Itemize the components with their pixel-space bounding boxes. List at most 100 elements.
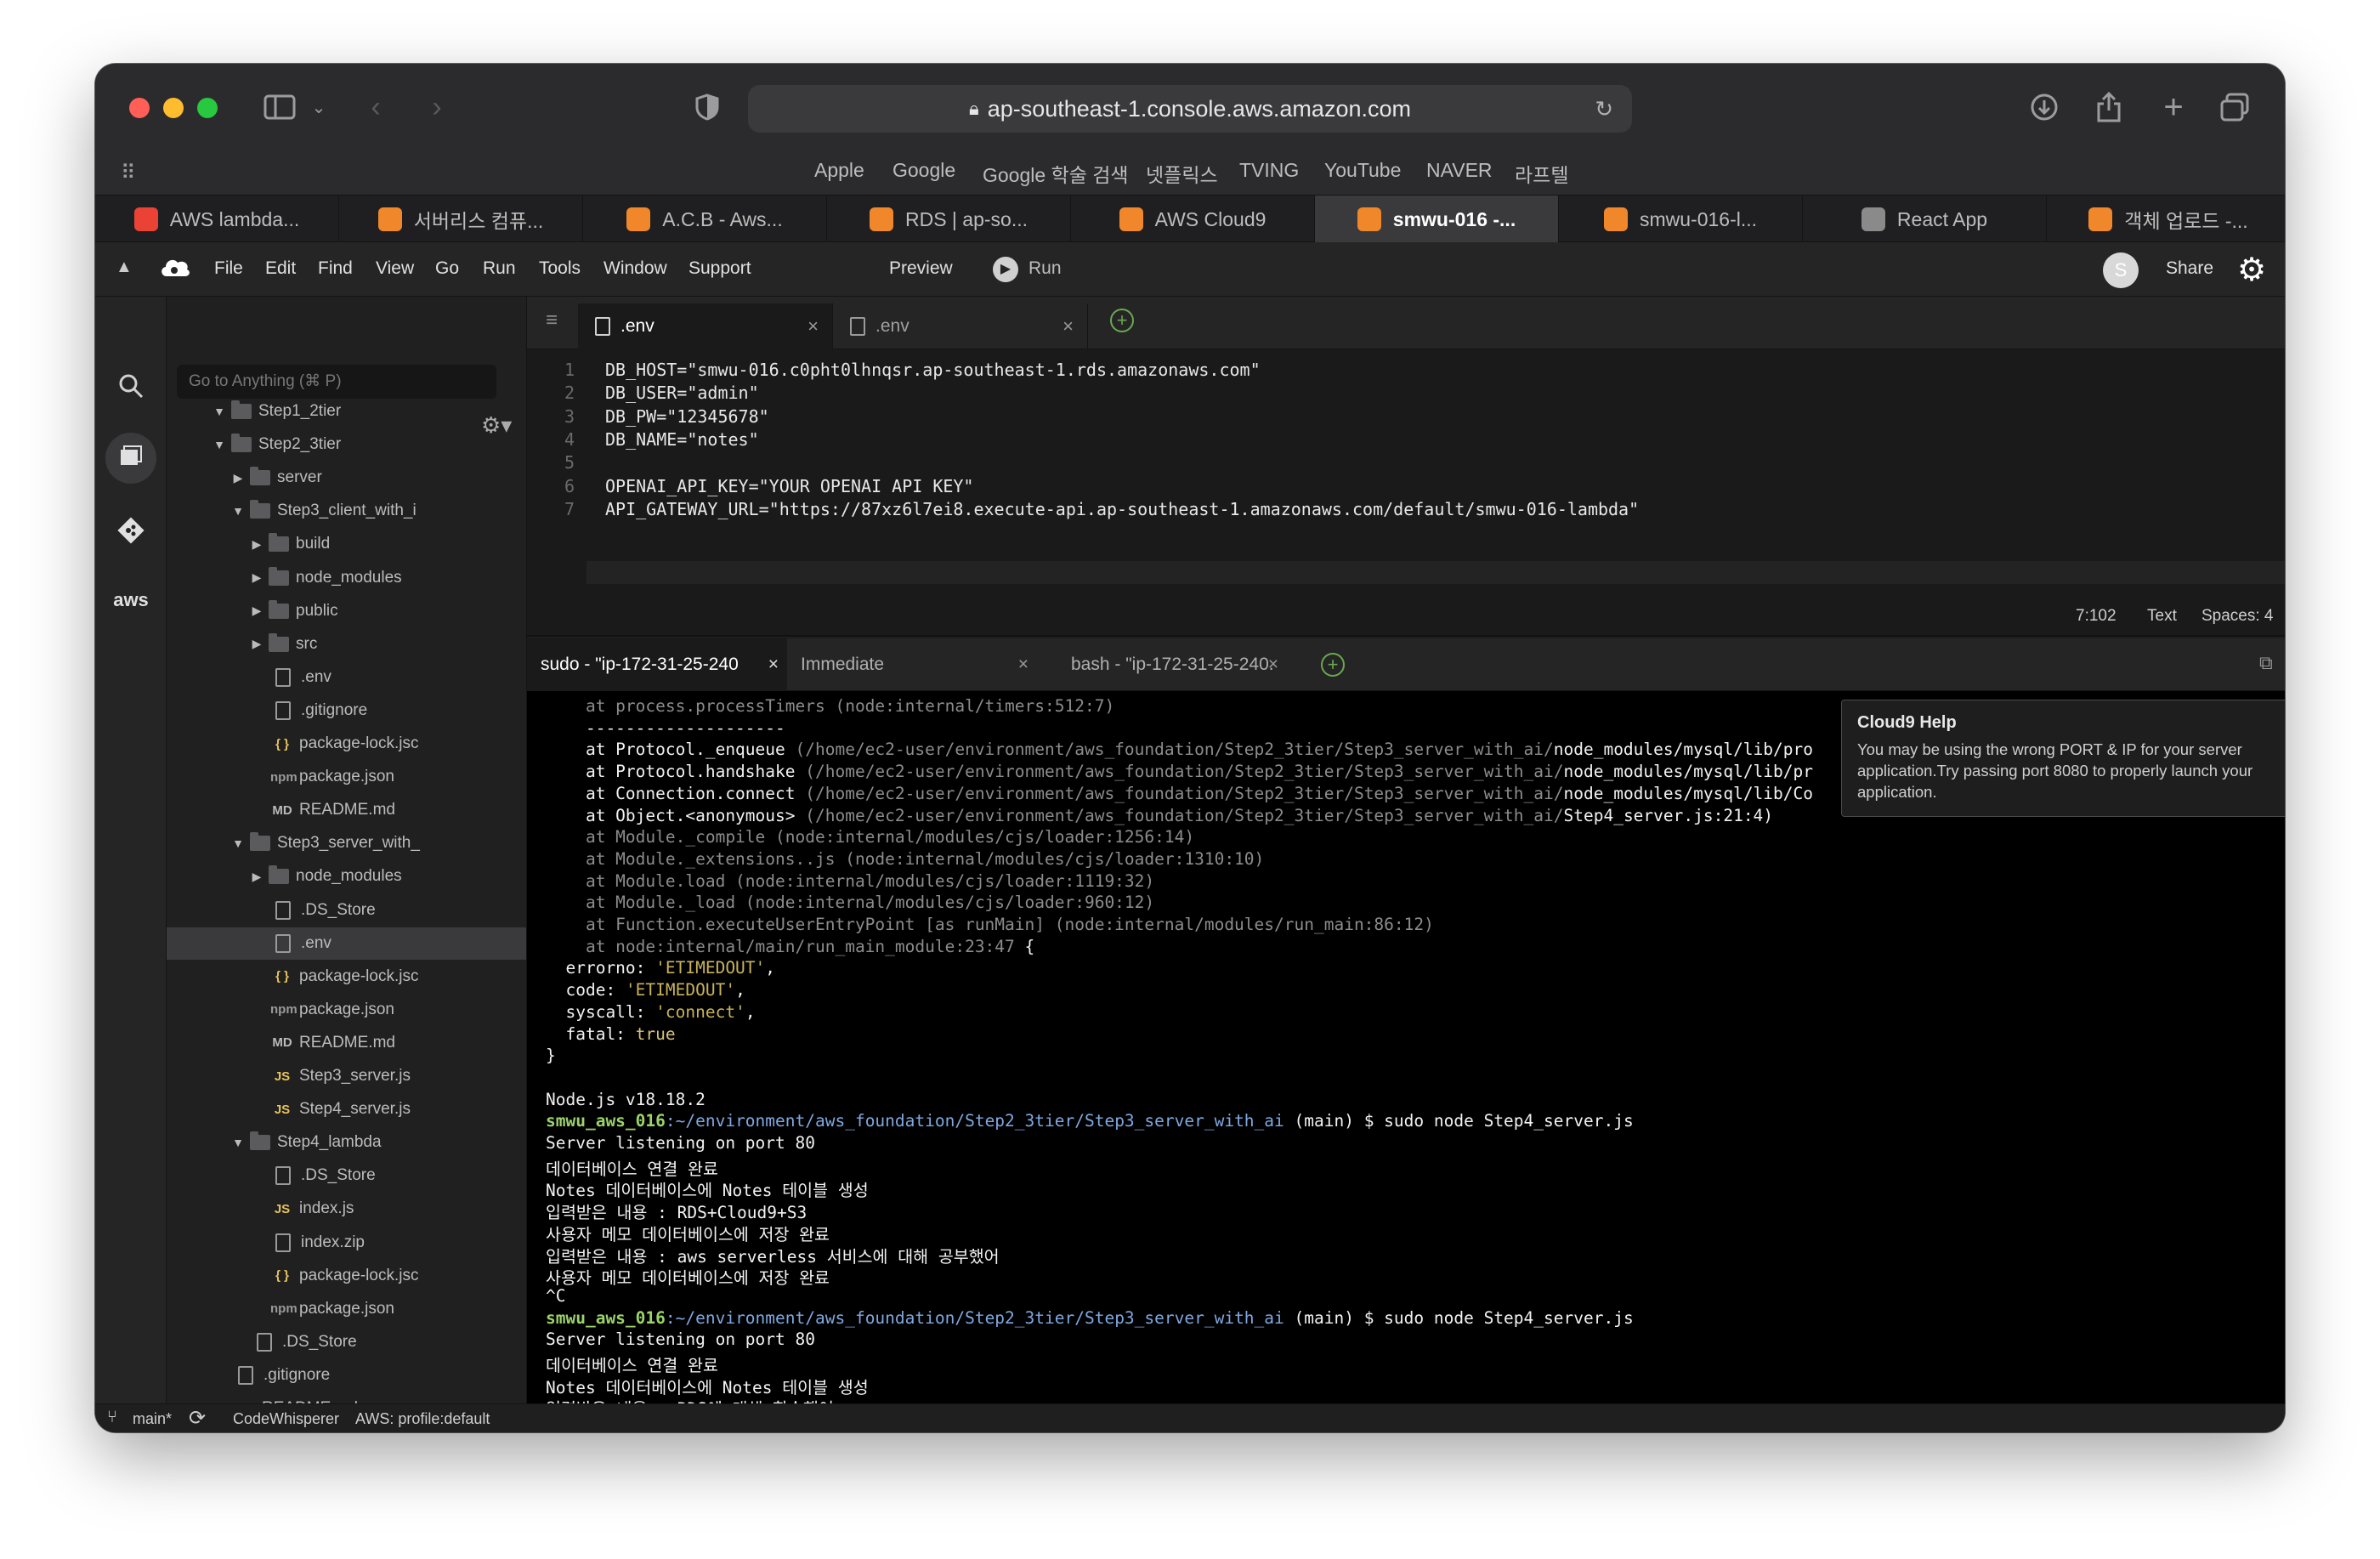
code-editor[interactable]: 1 DB_HOST="smwu-016.c0pht0lhnqsr.ap-south… bbox=[527, 349, 2285, 596]
goto-anything-input[interactable]: Go to Anything (⌘ P) bbox=[177, 365, 496, 399]
tree-item[interactable]: .DS_Store bbox=[167, 1326, 526, 1358]
tree-settings-gear-icon[interactable]: ⚙▾ bbox=[481, 412, 512, 439]
favorite-apple[interactable]: Apple bbox=[814, 159, 864, 182]
tree-item[interactable]: { } package-lock.jsc bbox=[167, 1260, 526, 1292]
tree-item[interactable]: MDREADME.md bbox=[167, 1392, 526, 1403]
favorite-tving[interactable]: TVING bbox=[1239, 159, 1299, 182]
tree-item[interactable]: .DS_Store bbox=[167, 894, 526, 927]
close-window-button[interactable] bbox=[129, 98, 150, 118]
maximize-panel-icon[interactable]: ⧉ bbox=[2259, 652, 2273, 674]
download-icon[interactable] bbox=[2025, 86, 2064, 128]
chevron-right-icon[interactable]: ▶ bbox=[248, 604, 265, 618]
editor-tab-env-active[interactable]: .env × bbox=[578, 303, 833, 349]
share-button[interactable]: Share bbox=[2166, 258, 2213, 279]
sync-icon[interactable]: ⟳ bbox=[189, 1406, 206, 1431]
run-icon[interactable]: ▶ bbox=[993, 257, 1018, 282]
chevron-down-icon[interactable]: ▼ bbox=[211, 438, 228, 451]
tree-item[interactable]: JS index.js bbox=[167, 1193, 526, 1225]
close-tab-icon[interactable]: × bbox=[1018, 655, 1028, 675]
chevron-down-icon[interactable]: ▼ bbox=[211, 405, 228, 418]
close-tab-icon[interactable]: × bbox=[808, 315, 819, 337]
menu-file[interactable]: File bbox=[214, 258, 243, 279]
source-control-icon[interactable] bbox=[95, 516, 167, 552]
collapse-icon[interactable]: ▲ bbox=[116, 258, 133, 277]
tree-item[interactable]: .DS_Store bbox=[167, 1159, 526, 1192]
menu-run[interactable]: Run bbox=[483, 258, 516, 279]
add-terminal-icon[interactable]: + bbox=[1321, 653, 1345, 677]
browser-tab[interactable]: 객체 업로드 -... bbox=[2047, 196, 2285, 243]
tree-item[interactable]: .env bbox=[167, 927, 526, 960]
tab-list-icon[interactable]: ≡ bbox=[546, 309, 558, 332]
close-tab-icon[interactable]: × bbox=[768, 655, 779, 675]
menu-tools[interactable]: Tools bbox=[539, 258, 581, 279]
back-icon[interactable]: ‹ bbox=[359, 86, 393, 128]
avatar[interactable]: S bbox=[2103, 252, 2139, 288]
search-icon[interactable] bbox=[95, 373, 167, 405]
tree-item[interactable]: npm package.json bbox=[167, 1293, 526, 1325]
browser-tab[interactable]: AWS Cloud9 bbox=[1071, 196, 1315, 243]
chevron-right-icon[interactable]: ▶ bbox=[230, 471, 246, 485]
tree-item[interactable]: npm package.json bbox=[167, 994, 526, 1026]
tree-item[interactable]: ▼ Step3_client_with_i bbox=[167, 495, 526, 527]
aws-icon[interactable]: aws bbox=[95, 589, 167, 611]
terminal-tab-sudo[interactable]: sudo - "ip-172-31-25-240 × bbox=[527, 638, 787, 691]
git-branch[interactable]: main* bbox=[133, 1410, 172, 1428]
editor-tab-env[interactable]: .env × bbox=[833, 303, 1088, 349]
chevron-down-icon[interactable]: ▼ bbox=[230, 1136, 246, 1149]
tree-item[interactable]: .gitignore bbox=[167, 1359, 526, 1392]
chevron-down-icon[interactable]: ▼ bbox=[230, 836, 246, 850]
favorite-netflix[interactable]: 넷플릭스 bbox=[1146, 159, 1218, 188]
indent-setting[interactable]: Spaces: 4 bbox=[2202, 607, 2274, 626]
minimize-window-button[interactable] bbox=[163, 98, 184, 118]
tree-item[interactable]: JS Step4_server.js bbox=[167, 1093, 526, 1125]
tree-item[interactable]: JS Step3_server.js bbox=[167, 1060, 526, 1092]
menu-go[interactable]: Go bbox=[435, 258, 459, 279]
tree-item[interactable]: ▶ src bbox=[167, 628, 526, 660]
tree-item[interactable]: npm package.json bbox=[167, 761, 526, 793]
aws-profile-status[interactable]: AWS: profile:default bbox=[355, 1410, 490, 1428]
tree-item[interactable]: ▼ Step3_server_with_ bbox=[167, 827, 526, 859]
chevron-right-icon[interactable]: ▶ bbox=[248, 570, 265, 585]
favorite-youtube[interactable]: YouTube bbox=[1324, 159, 1401, 182]
chevron-down-icon[interactable]: ▼ bbox=[230, 504, 246, 518]
tree-item[interactable]: { } package-lock.jsc bbox=[167, 961, 526, 993]
syntax-mode[interactable]: Text bbox=[2147, 607, 2177, 626]
share-icon[interactable] bbox=[2089, 86, 2128, 128]
chevron-right-icon[interactable]: ▶ bbox=[248, 870, 265, 884]
browser-tab[interactable]: React App bbox=[1803, 196, 2047, 243]
tree-item[interactable]: ▼ Step4_lambda bbox=[167, 1126, 526, 1159]
tree-item[interactable]: ▶ node_modules bbox=[167, 562, 526, 594]
terminal-tab-bash[interactable]: bash - "ip-172-31-25-240. × bbox=[1057, 638, 1312, 691]
tree-item[interactable]: .env bbox=[167, 661, 526, 694]
new-tab-icon[interactable]: + bbox=[2154, 86, 2193, 128]
terminal-tab-immediate[interactable]: Immediate × bbox=[787, 638, 1042, 691]
add-tab-icon[interactable]: + bbox=[1110, 309, 1134, 332]
tree-item[interactable]: { } package-lock.jsc bbox=[167, 728, 526, 760]
reload-icon[interactable]: ↻ bbox=[1595, 96, 1613, 122]
codewhisperer-status[interactable]: CodeWhisperer bbox=[233, 1410, 339, 1428]
tree-item[interactable]: ▶ build bbox=[167, 528, 526, 560]
tree-item[interactable]: MDREADME.md bbox=[167, 794, 526, 826]
browser-tab[interactable]: smwu-016-l... bbox=[1559, 196, 1803, 243]
menu-window[interactable]: Window bbox=[604, 258, 667, 279]
menu-find[interactable]: Find bbox=[318, 258, 353, 279]
tree-item[interactable]: ▼ Step2_3tier bbox=[167, 428, 526, 461]
menu-edit[interactable]: Edit bbox=[265, 258, 296, 279]
preview-button[interactable]: Preview bbox=[889, 258, 953, 279]
tree-item[interactable]: ▶ node_modules bbox=[167, 860, 526, 893]
browser-tab[interactable]: RDS | ap-so... bbox=[827, 196, 1071, 243]
forward-icon[interactable]: › bbox=[420, 86, 454, 128]
browser-tab[interactable]: AWS lambda... bbox=[95, 196, 339, 243]
tree-item[interactable]: ▶ public bbox=[167, 595, 526, 627]
browser-tab[interactable]: smwu-016 -... bbox=[1315, 196, 1559, 243]
chevron-right-icon[interactable]: ▶ bbox=[248, 537, 265, 552]
favorite-naver[interactable]: NAVER bbox=[1426, 159, 1493, 182]
favorite-laftel[interactable]: 라프텔 bbox=[1515, 159, 1568, 188]
close-tab-icon[interactable]: × bbox=[1268, 655, 1278, 675]
menu-support[interactable]: Support bbox=[688, 258, 751, 279]
zoom-window-button[interactable] bbox=[197, 98, 218, 118]
chevron-right-icon[interactable]: ▶ bbox=[248, 637, 265, 651]
address-bar[interactable]: 🔒︎ ap-southeast-1.console.aws.amazon.com… bbox=[748, 85, 1632, 133]
favorite-google-scholar[interactable]: Google 학술 검색 bbox=[983, 159, 1129, 188]
settings-gear-icon[interactable]: ⚙ bbox=[2237, 251, 2266, 289]
